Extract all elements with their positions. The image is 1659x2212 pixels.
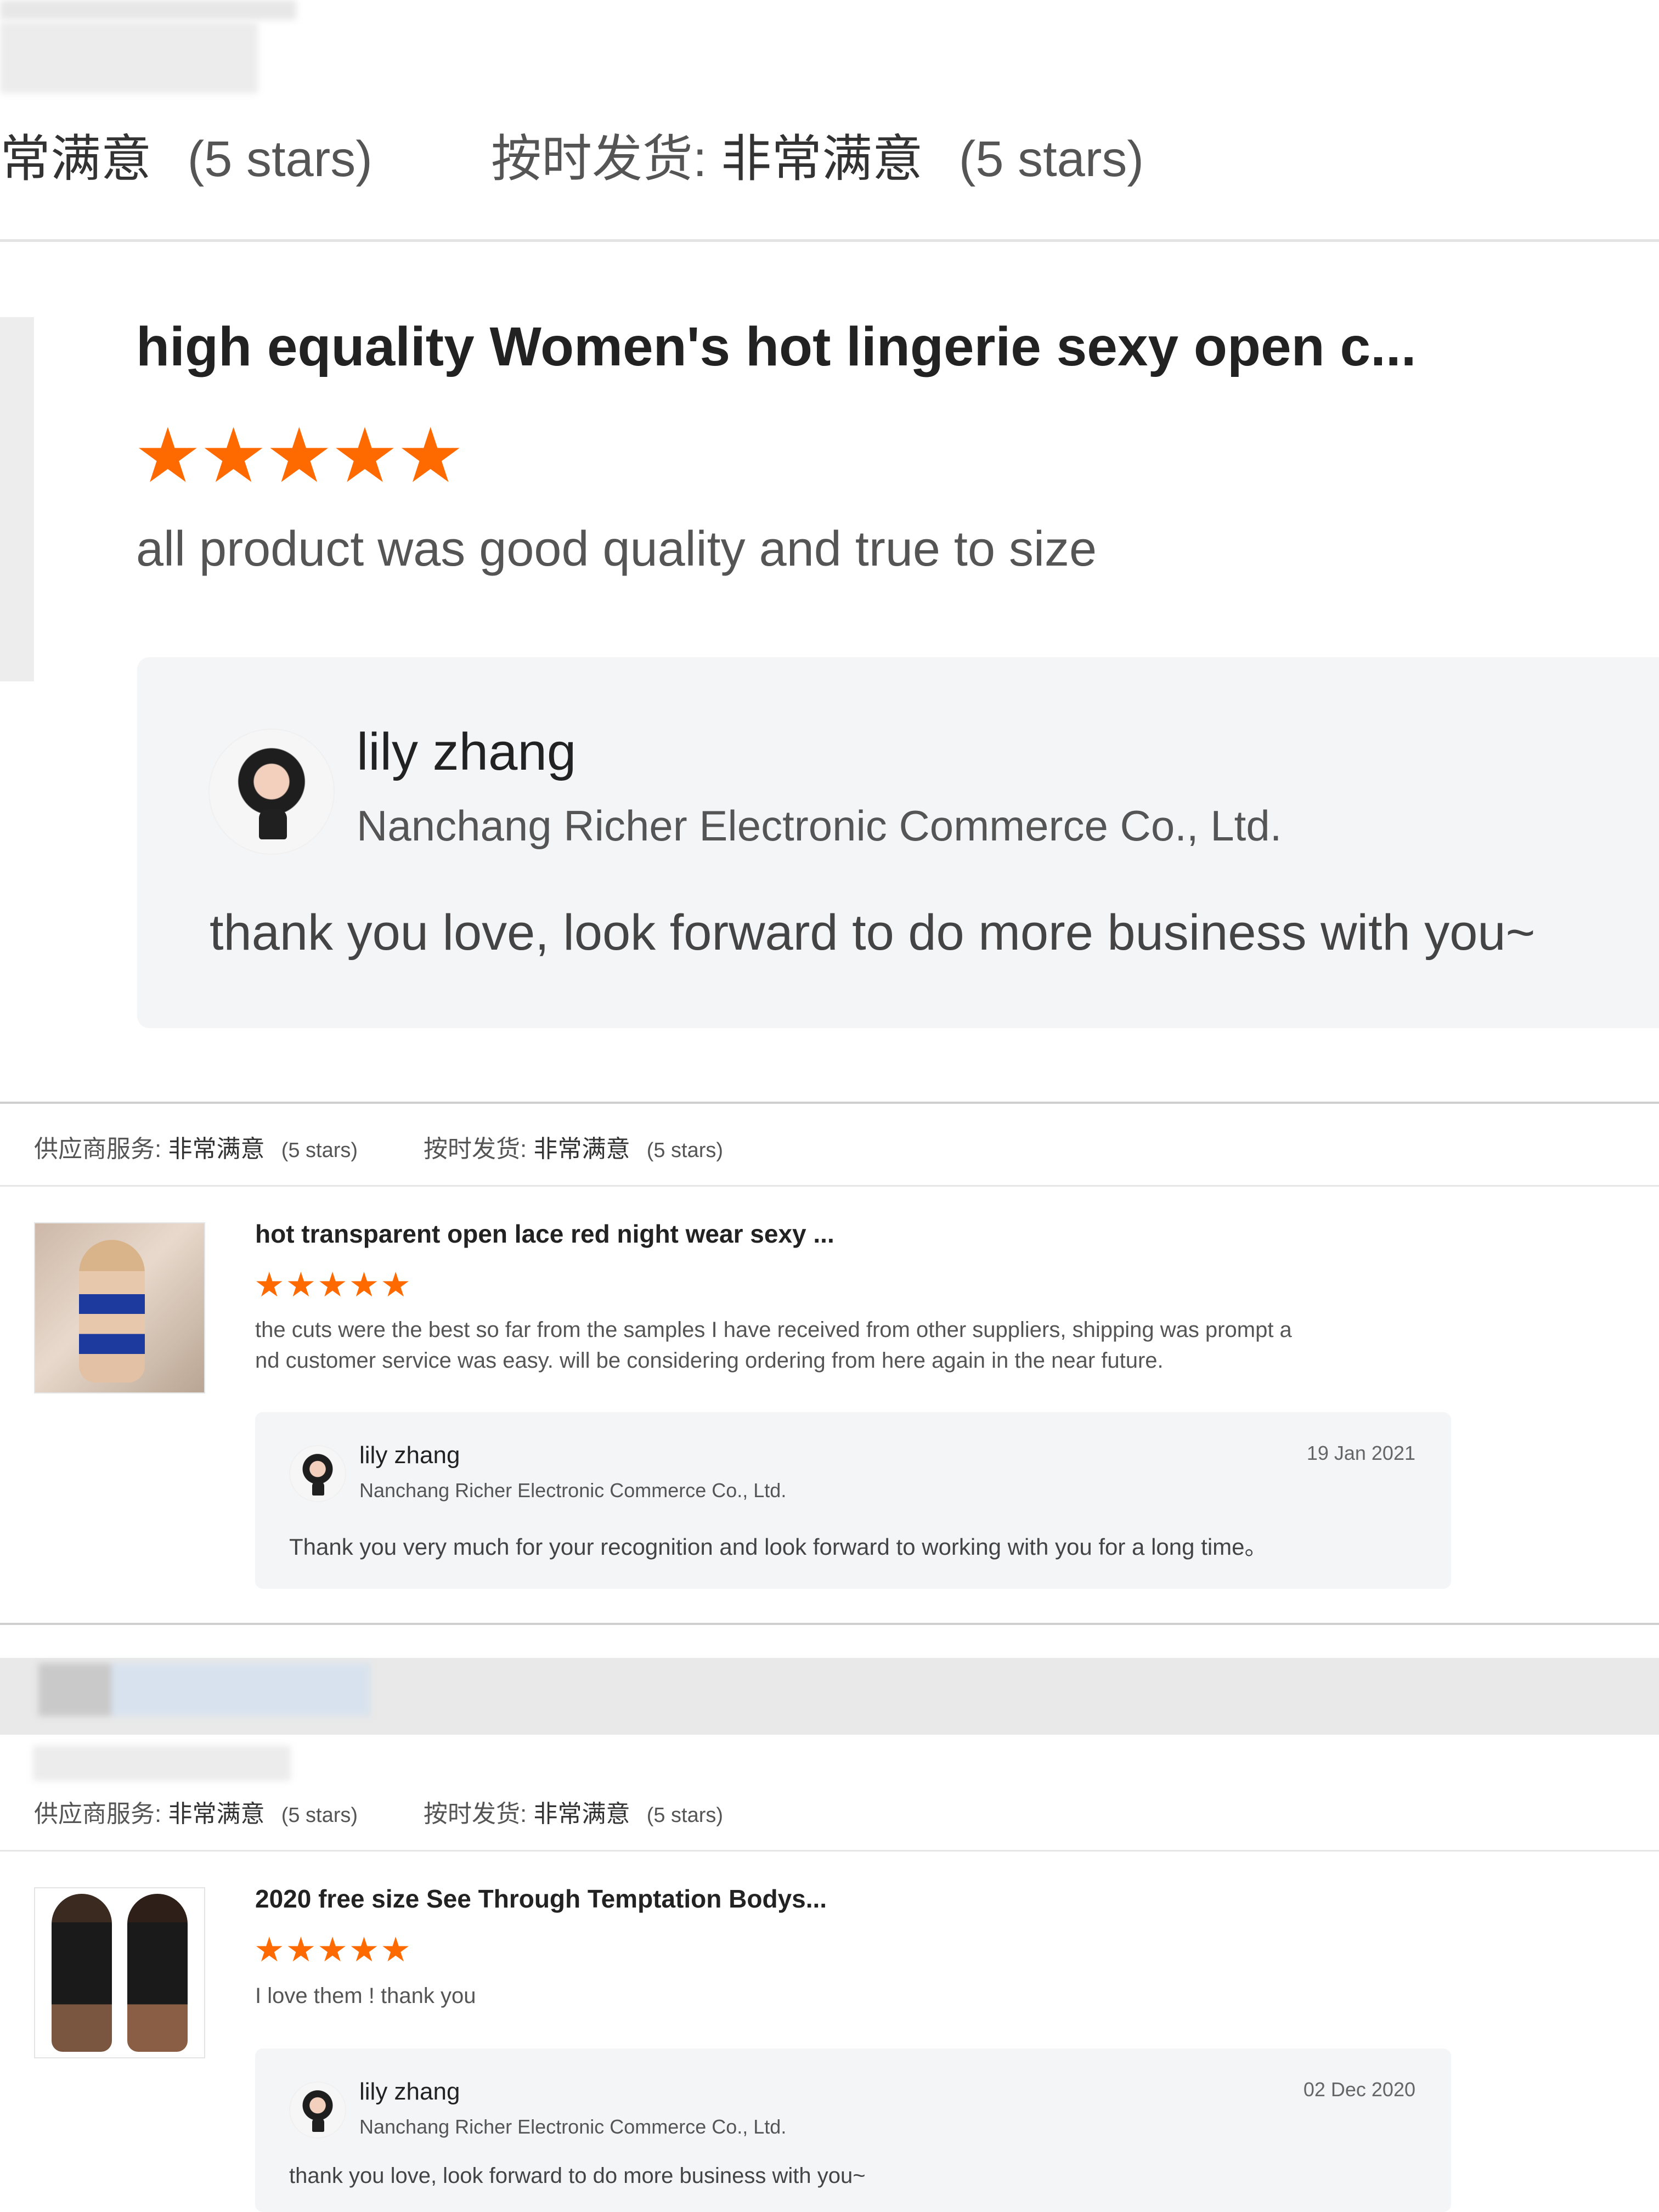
star-rating: ★ ★ ★ ★ ★ [254, 1933, 411, 1967]
reply-name: lily zhang [357, 723, 577, 781]
rating-row: 供应商服务: 非常满意 (5 stars) [34, 1794, 358, 1829]
shipping-rating-label: 按时发货: [424, 1136, 527, 1163]
review-comment: I love them ! thank you [255, 1984, 476, 2008]
review-comment: all product was good quality and true to… [136, 522, 1097, 577]
star-icon: ★ [285, 1266, 317, 1304]
star-icon: ★ [254, 1266, 285, 1304]
supplier-rating-value: 非常满意 [168, 1136, 265, 1163]
supplier-rating-stars: (5 stars) [281, 1139, 358, 1162]
star-icon: ★ [396, 414, 465, 498]
product-title[interactable]: 2020 free size See Through Temptation Bo… [255, 1884, 827, 1914]
blurred-username [33, 1746, 291, 1781]
blurred-header [38, 1663, 370, 1716]
review-comment-line: the cuts were the best so far from the s… [255, 1318, 1292, 1342]
star-rating: ★ ★ ★ ★ ★ [254, 1268, 411, 1302]
supplier-rating-label: 供应商服务: [34, 1136, 162, 1163]
thumbnail-figure [79, 1240, 145, 1383]
divider [0, 1102, 1659, 1104]
supplier-reply: lily zhang Nanchang Richer Electronic Co… [255, 1412, 1451, 1589]
star-icon: ★ [254, 1931, 285, 1969]
supplier-rating-value: 常满意 [0, 131, 152, 187]
shipping-rating-row: 按时发货: 非常满意 (5 stars) [424, 1794, 723, 1829]
shipping-rating-stars: (5 stars) [646, 1804, 724, 1827]
reply-company: Nanchang Richer Electronic Commerce Co.,… [359, 1479, 787, 1502]
star-icon: ★ [265, 414, 334, 498]
shipping-rating-stars: (5 stars) [646, 1139, 724, 1162]
star-icon: ★ [331, 414, 399, 498]
avatar [208, 729, 335, 855]
star-icon: ★ [285, 1931, 317, 1969]
divider [0, 239, 1659, 242]
blurred-product-thumbnail [0, 317, 34, 681]
shipping-rating-value: 非常满意 [533, 1801, 630, 1827]
divider [0, 1623, 1659, 1625]
star-icon: ★ [317, 1931, 348, 1969]
reply-company: Nanchang Richer Electronic Commerce Co.,… [357, 802, 1282, 850]
product-title[interactable]: high equality Women's hot lingerie sexy … [136, 315, 1417, 379]
supplier-rating-value: 非常满意 [168, 1801, 265, 1827]
star-icon: ★ [199, 414, 268, 498]
reply-date: 19 Jan 2021 [1306, 1442, 1415, 1464]
thumbnail-figure [52, 1894, 112, 2052]
avatar [289, 1445, 346, 1502]
star-icon: ★ [348, 1931, 380, 1969]
shipping-rating-value: 非常满意 [721, 131, 923, 187]
review-comment-line: nd customer service was easy. will be co… [255, 1348, 1164, 1373]
product-title[interactable]: hot transparent open lace red night wear… [255, 1219, 834, 1249]
shipping-rating-row: 按时发货: 非常满意 (5 stars) [424, 1129, 723, 1164]
reply-name: lily zhang [359, 1442, 460, 1469]
divider [0, 1185, 1659, 1187]
shipping-rating-row: 按时发货: 非常满意 (5 stars) [491, 118, 1144, 191]
reply-company: Nanchang Richer Electronic Commerce Co.,… [359, 2115, 787, 2138]
shipping-rating-label: 按时发货: [424, 1801, 527, 1827]
product-thumbnail[interactable] [34, 1222, 205, 1393]
shipping-rating-value: 非常满意 [533, 1136, 630, 1163]
star-icon: ★ [134, 414, 202, 498]
rating-row: 供应商服务: 非常满意 (5 stars) [34, 1129, 358, 1164]
supplier-reply: lily zhang Nanchang Richer Electronic Co… [255, 2049, 1451, 2212]
shipping-rating-stars: (5 stars) [958, 131, 1144, 187]
star-icon: ★ [380, 1931, 411, 1969]
avatar [289, 2081, 346, 2138]
shipping-rating-label: 按时发货: [491, 131, 707, 187]
reply-date: 02 Dec 2020 [1303, 2078, 1415, 2101]
supplier-rating-stars: (5 stars) [281, 1804, 358, 1827]
reply-text: thank you love, look forward to do more … [210, 905, 1536, 961]
supplier-reply: lily zhang Nanchang Richer Electronic Co… [137, 657, 1659, 1028]
reply-text: Thank you very much for your recognition… [289, 1534, 1268, 1560]
blurred-username [0, 22, 258, 93]
thumbnail-figure [127, 1894, 188, 2052]
star-icon: ★ [348, 1266, 380, 1304]
star-icon: ★ [380, 1266, 411, 1304]
star-rating: ★ ★ ★ ★ ★ [134, 418, 465, 494]
supplier-rating-stars: (5 stars) [187, 131, 373, 187]
rating-row: 常满意 (5 stars) [0, 118, 373, 191]
blurred-header [0, 0, 296, 20]
reply-name: lily zhang [359, 2078, 460, 2105]
star-icon: ★ [317, 1266, 348, 1304]
divider [0, 1850, 1659, 1852]
supplier-rating-label: 供应商服务: [34, 1801, 162, 1827]
reply-text: thank you love, look forward to do more … [289, 2164, 866, 2188]
product-thumbnail[interactable] [34, 1887, 205, 2058]
